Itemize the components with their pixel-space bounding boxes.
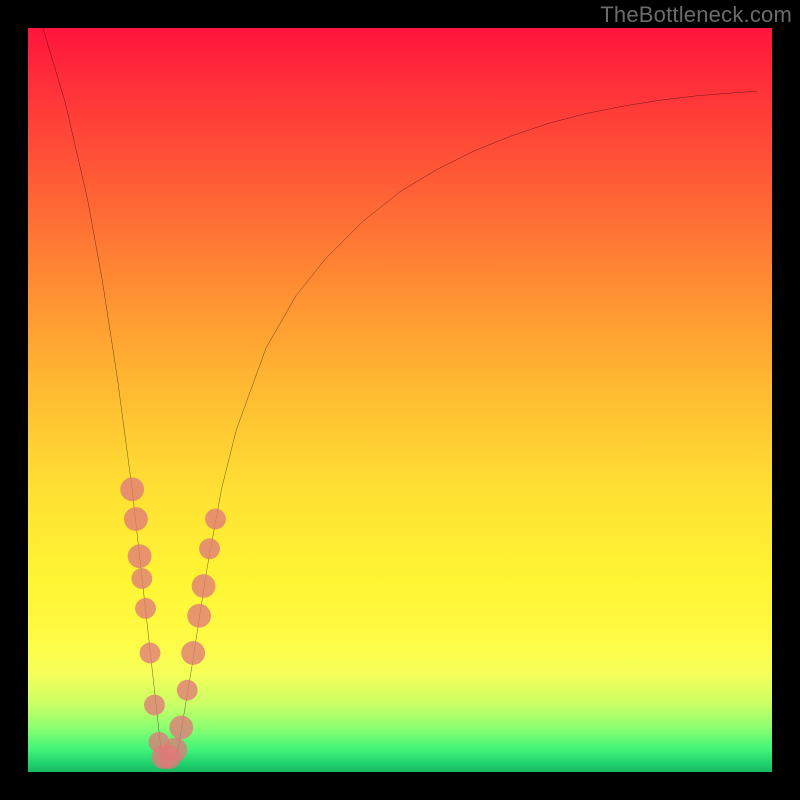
data-marker: [124, 507, 148, 531]
data-marker: [205, 509, 226, 530]
data-marker: [187, 604, 211, 628]
plot-area: [28, 28, 772, 772]
chart-frame: TheBottleneck.com: [0, 0, 800, 800]
data-marker: [120, 477, 144, 501]
data-marker: [169, 715, 193, 739]
data-marker: [131, 568, 152, 589]
data-marker: [140, 643, 161, 664]
data-marker: [192, 574, 216, 598]
watermark-text: TheBottleneck.com: [600, 2, 792, 28]
data-marker: [144, 695, 165, 716]
data-marker: [177, 680, 198, 701]
data-markers: [120, 477, 226, 769]
data-marker: [163, 738, 187, 762]
data-marker: [135, 598, 156, 619]
chart-svg: [28, 28, 772, 772]
data-marker: [199, 538, 220, 559]
data-marker: [181, 641, 205, 665]
data-marker: [128, 544, 152, 568]
